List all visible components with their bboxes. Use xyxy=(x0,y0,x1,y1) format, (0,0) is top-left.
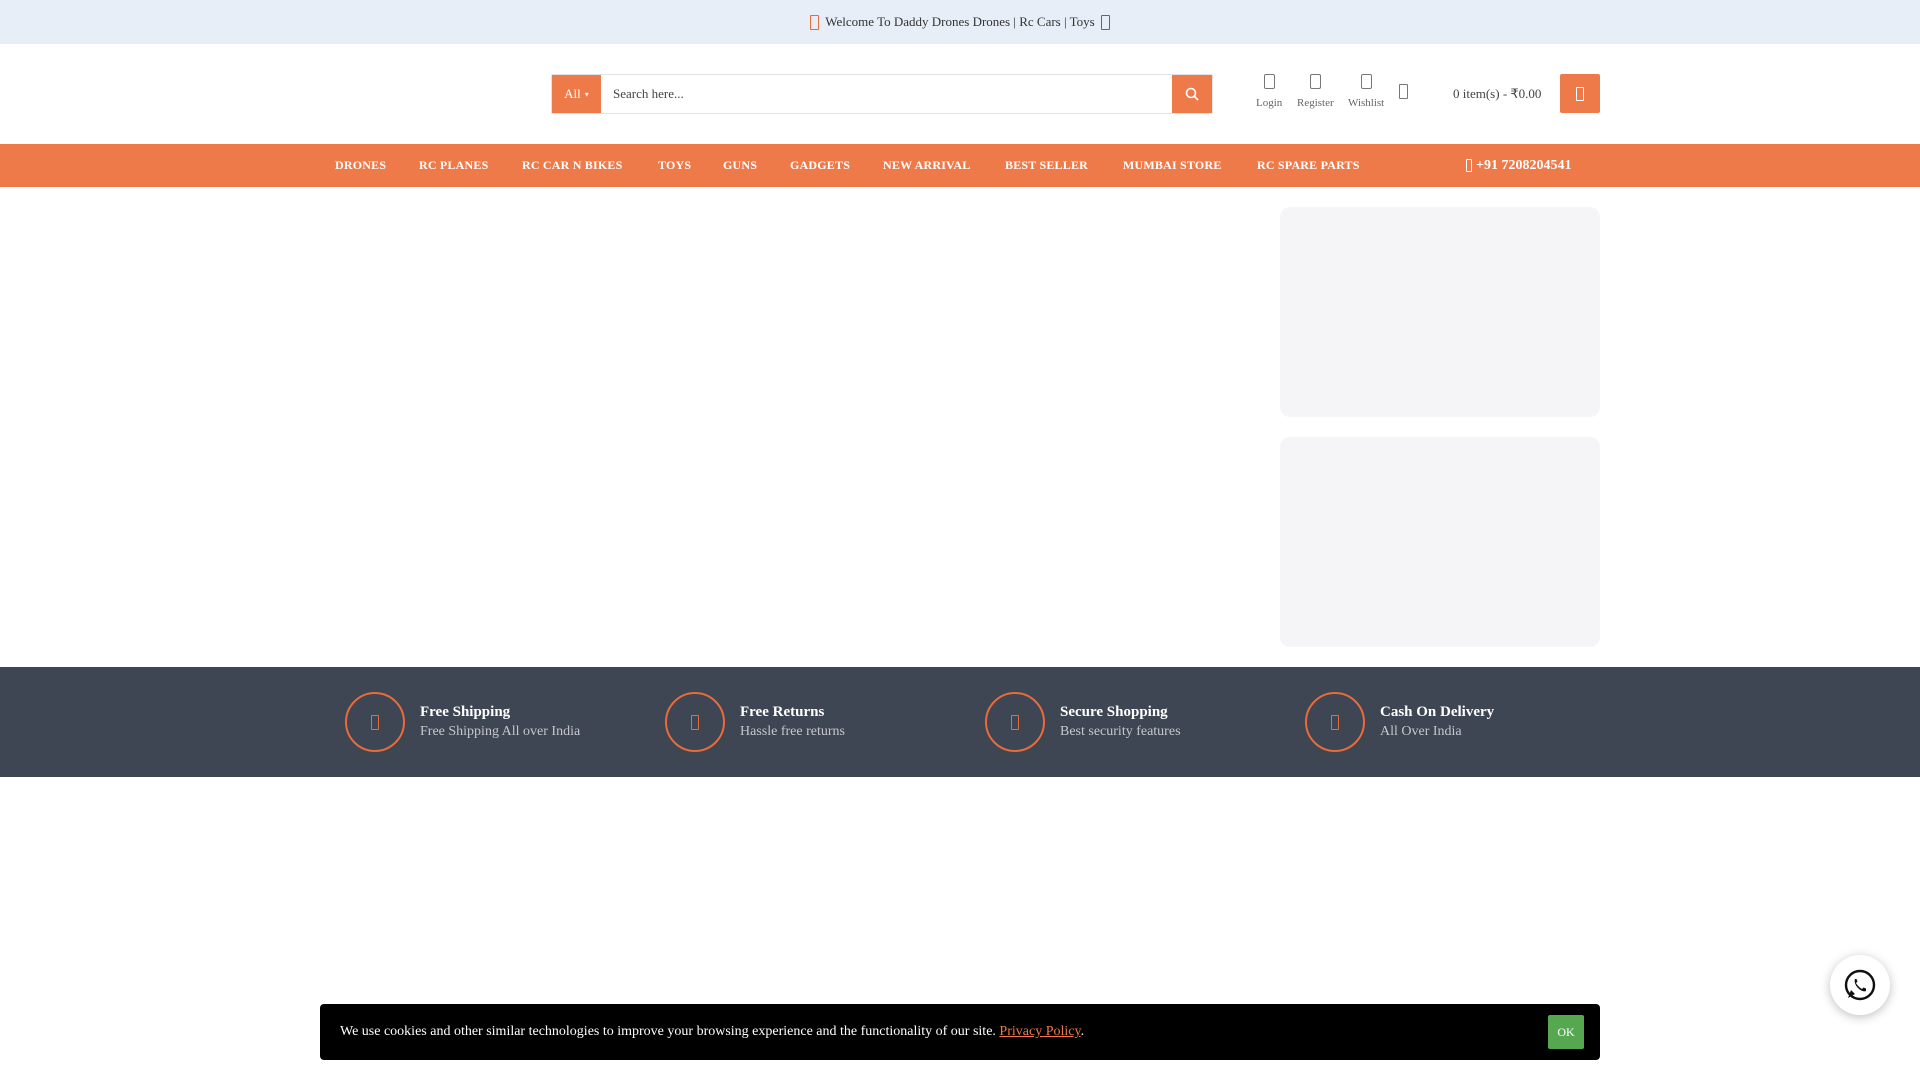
feature-title: Cash On Delivery xyxy=(1380,704,1495,720)
phone-contact[interactable]: +91 7208204541 xyxy=(1466,144,1571,187)
feature-cash-on-delivery: Cash On Delivery All Over India xyxy=(1305,692,1494,752)
nav-item-rc-car-n-bikes[interactable]: RC CAR N BIKES xyxy=(522,144,622,187)
search-button[interactable] xyxy=(1172,75,1212,113)
feature-subtitle: Hassle free returns xyxy=(740,724,845,739)
cookie-period: . xyxy=(1080,1024,1085,1039)
nav-item-mumbai-store[interactable]: MUMBAI STORE xyxy=(1123,144,1222,187)
nav-item-drones[interactable]: DRONES xyxy=(335,144,386,187)
feature-free-returns: Free Returns Hassle free returns xyxy=(665,692,845,752)
nav-item-new-arrival[interactable]: NEW ARRIVAL xyxy=(883,144,970,187)
cart-summary[interactable]: 0 item(s) - ₹0.00 xyxy=(1453,86,1541,102)
nav-item-rc-planes[interactable]: RC PLANES xyxy=(419,144,488,187)
left-chevron-icon[interactable] xyxy=(810,14,820,30)
user-plus-icon xyxy=(1309,74,1321,89)
phone-number: +91 7208204541 xyxy=(1476,158,1572,173)
right-chevron-icon[interactable] xyxy=(1100,14,1110,30)
side-banner-bottom[interactable] xyxy=(1280,437,1600,647)
feature-title: Free Shipping xyxy=(420,704,511,720)
phone-icon xyxy=(1466,159,1472,172)
register-label: Register xyxy=(1297,97,1334,109)
compare-icon[interactable] xyxy=(1399,84,1408,99)
truck-icon xyxy=(371,714,379,730)
cookie-message: We use cookies and other similar technol… xyxy=(340,1024,996,1039)
cash-icon xyxy=(1331,714,1339,730)
search-icon xyxy=(1185,87,1199,101)
whatsapp-button[interactable] xyxy=(1830,955,1890,1015)
heart-icon xyxy=(1360,74,1372,89)
cart-icon xyxy=(1576,86,1584,101)
nav-item-best-seller[interactable]: BEST SELLER xyxy=(1005,144,1088,187)
main-navigation: DRONES RC PLANES RC CAR N BIKES TOYS GUN… xyxy=(0,144,1920,187)
feature-icon-circle xyxy=(345,692,405,752)
cookie-message-block: We use cookies and other similar technol… xyxy=(340,1024,1548,1040)
cart-button[interactable] xyxy=(1560,74,1600,113)
register-link[interactable]: Register xyxy=(1297,74,1334,109)
search-category-select[interactable]: All ▾ xyxy=(552,75,601,113)
wishlist-label: Wishlist xyxy=(1348,97,1385,109)
side-banner-top[interactable] xyxy=(1280,207,1600,417)
feature-title: Free Returns xyxy=(740,704,825,720)
top-welcome-bar: Welcome To Daddy Drones Drones | Rc Cars… xyxy=(0,0,1920,44)
user-icon xyxy=(1263,74,1275,89)
search-bar: All ▾ xyxy=(551,74,1213,114)
feature-subtitle: All Over India xyxy=(1380,724,1462,739)
nav-item-gadgets[interactable]: GADGETS xyxy=(790,144,850,187)
login-label: Login xyxy=(1256,97,1283,109)
chevron-down-icon: ▾ xyxy=(584,89,589,99)
welcome-message: Welcome To Daddy Drones Drones | Rc Cars… xyxy=(825,14,1095,29)
feature-subtitle: Free Shipping All over India xyxy=(420,724,581,739)
site-header: All ▾ Login Register Wishlist xyxy=(0,44,1920,144)
search-category-label: All xyxy=(564,86,581,101)
feature-title: Secure Shopping xyxy=(1060,704,1168,720)
whatsapp-icon xyxy=(1844,969,1876,1001)
feature-icon-circle xyxy=(985,692,1045,752)
wishlist-link[interactable]: Wishlist xyxy=(1348,74,1384,109)
login-link[interactable]: Login xyxy=(1256,74,1282,109)
return-icon xyxy=(691,714,699,730)
nav-item-rc-spare-parts[interactable]: RC SPARE PARTS xyxy=(1257,144,1360,187)
cookie-consent-banner: We use cookies and other similar technol… xyxy=(320,1004,1600,1060)
feature-icon-circle xyxy=(665,692,725,752)
lock-icon xyxy=(1011,714,1019,730)
privacy-policy-link[interactable]: Privacy Policy xyxy=(999,1024,1080,1039)
feature-free-shipping: Free Shipping Free Shipping All over Ind… xyxy=(345,692,580,752)
search-input[interactable] xyxy=(601,75,1172,113)
feature-subtitle: Best security features xyxy=(1060,724,1181,739)
nav-item-guns[interactable]: GUNS xyxy=(723,144,757,187)
features-strip: Free Shipping Free Shipping All over Ind… xyxy=(0,667,1920,777)
nav-item-toys[interactable]: TOYS xyxy=(658,144,691,187)
feature-icon-circle xyxy=(1305,692,1365,752)
feature-secure-shopping: Secure Shopping Best security features xyxy=(985,692,1181,752)
cookie-ok-button[interactable]: OK xyxy=(1548,1015,1584,1049)
